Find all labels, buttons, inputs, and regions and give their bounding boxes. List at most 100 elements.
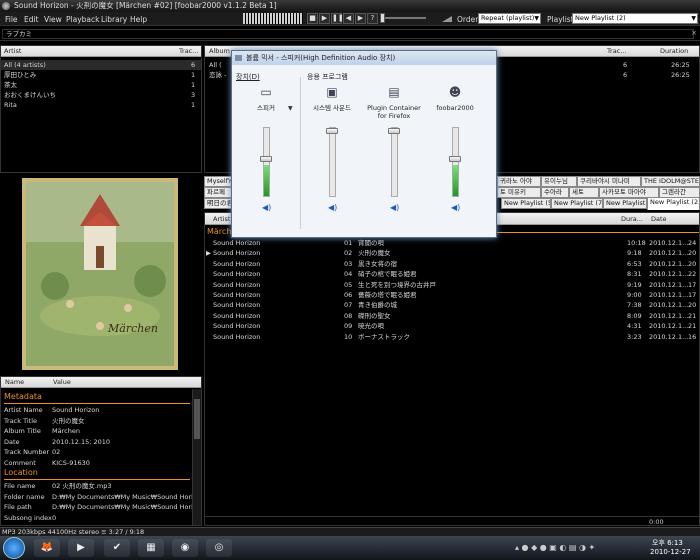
- table-row[interactable]: Sound Horizon 09 暁光の唄 4:31 2010.12.1... 21: [205, 321, 699, 331]
- property-row[interactable]: Subsong index 0: [1, 513, 201, 523]
- media-player-icon[interactable]: ▶: [68, 539, 94, 557]
- col-album[interactable]: Album: [209, 46, 230, 57]
- list-item[interactable]: 厚田ひとみ 1: [1, 70, 201, 80]
- tab-playlist[interactable]: New Playlist (7): [551, 198, 603, 209]
- order-select[interactable]: Repeat (playlist) ▼: [478, 13, 541, 24]
- next-button[interactable]: ▶: [355, 13, 366, 24]
- search-clear-icon[interactable]: ×: [691, 29, 697, 37]
- firefox-icon[interactable]: 🦊: [34, 539, 60, 557]
- col-duration[interactable]: Dura...: [621, 213, 643, 225]
- property-row[interactable]: Artist Name Sound Horizon: [1, 405, 201, 415]
- mute-speaker-icon[interactable]: ◀): [262, 203, 271, 212]
- tab-playlist[interactable]: 유이누님: [541, 176, 577, 187]
- volume-slider-thumb[interactable]: [388, 128, 400, 135]
- list-item[interactable]: 茶太 1: [1, 80, 201, 90]
- col-name[interactable]: Name: [5, 377, 24, 388]
- table-row[interactable]: Sound Horizon 07 青き伯爵の城 7:38 2010.12.1... 20: [205, 300, 699, 310]
- properties-scrollbar[interactable]: [192, 389, 201, 525]
- volume-slider-thumb[interactable]: [326, 128, 338, 135]
- volume-meter-track[interactable]: [391, 127, 398, 197]
- checkmark-app-icon[interactable]: ✔: [104, 539, 130, 557]
- foobar2000-icon[interactable]: ◉: [172, 539, 198, 557]
- list-item[interactable]: All (4 artists) 6: [1, 60, 201, 70]
- mute-speaker-icon[interactable]: ◀): [390, 203, 399, 212]
- volume-mixer-window[interactable]: 볼륨 믹서 - 스피커(High Definition Audio 장치) 장치…: [231, 50, 497, 238]
- property-row[interactable]: Track Title 火刑の魔女: [1, 416, 201, 426]
- track-title: 磔刑の聖女: [358, 311, 391, 320]
- table-row[interactable]: Sound Horizon 03 黒き女将の宿 6:53 2010.12.1... 20: [205, 259, 699, 269]
- seek-bar[interactable]: [380, 13, 426, 23]
- col-tracks[interactable]: Trac...: [607, 46, 626, 57]
- play-button[interactable]: ▶: [319, 13, 330, 24]
- tray-date[interactable]: 2010-12-27: [650, 548, 691, 556]
- tab-playlist[interactable]: New Playlist: [603, 198, 647, 209]
- tray-icons[interactable]: ▴ ● ◆ ● ▣ ◐ ▤ ◑ ✦: [515, 543, 595, 552]
- mute-speaker-icon[interactable]: ◀): [451, 203, 460, 212]
- table-row[interactable]: Sound Horizon 04 硝子の棺で眠る姫君 8:31 2010.12.1...…: [205, 269, 699, 279]
- tab-playlist[interactable]: THE IDOLM@STER: [641, 176, 700, 187]
- scrollbar-thumb[interactable]: [194, 399, 200, 439]
- tab-playlist[interactable]: 수아라: [541, 187, 569, 198]
- playlist-select[interactable]: New Playlist (2) ▼: [572, 13, 698, 24]
- tray-time[interactable]: 오후 6:13: [652, 538, 683, 548]
- tab-playlist[interactable]: 쿠리바야시 미나미: [577, 176, 641, 187]
- list-item[interactable]: Rita 1: [1, 100, 201, 110]
- tab-playlist[interactable]: 明日の君: [204, 198, 234, 209]
- playlist-footer: 0:00: [205, 516, 699, 526]
- menu-view[interactable]: View: [44, 15, 62, 24]
- volume-meter-track[interactable]: [452, 127, 459, 197]
- menu-library[interactable]: Library: [101, 15, 127, 24]
- table-row[interactable]: Sound Horizon 06 薔薇の塔で眠る姫君 9:00 2010.12.1...…: [205, 290, 699, 300]
- tab-playlist[interactable]: 세토: [569, 187, 599, 198]
- table-row[interactable]: Sound Horizon 05 生と死を別つ境界の古井戸 9:19 2010.12.1…: [205, 280, 699, 290]
- random-button[interactable]: ?: [367, 13, 378, 24]
- tab-playlist[interactable]: 토 미유키: [497, 187, 541, 198]
- device-dropdown-chevron-icon[interactable]: ▼: [288, 105, 293, 112]
- volume-mixer-task-icon[interactable]: ◎: [206, 539, 232, 557]
- search-bar: ラブカミ ×: [0, 27, 700, 41]
- file-explorer-icon[interactable]: ▦: [138, 539, 164, 557]
- pause-button[interactable]: ❚❚: [331, 13, 344, 24]
- col-artist[interactable]: Artist: [4, 46, 21, 57]
- table-row[interactable]: ▶ Sound Horizon 02 火刑の魔女 9:18 2010.12.1... 20: [205, 248, 699, 258]
- menu-file[interactable]: File: [5, 15, 18, 24]
- menu-edit[interactable]: Edit: [24, 15, 39, 24]
- tab-playlist-active[interactable]: New Playlist (2): [647, 197, 700, 210]
- col-artist[interactable]: Artist: [213, 213, 230, 225]
- menu-help[interactable]: Help: [130, 15, 147, 24]
- volume-meter-track[interactable]: [263, 127, 270, 197]
- volume-slider-thumb[interactable]: [260, 155, 272, 162]
- tab-playlist[interactable]: 파르페: [204, 187, 234, 198]
- property-row[interactable]: Date 2010.12.15; 2010: [1, 437, 201, 447]
- property-row[interactable]: Comment KICS-91630: [1, 458, 201, 468]
- menu-playback[interactable]: Playback: [66, 15, 99, 24]
- col-duration[interactable]: Duration: [660, 46, 688, 57]
- window-title-bar[interactable]: Sound Horizon - 火刑の魔女 [Märchen #02] [foo…: [0, 0, 700, 12]
- table-row[interactable]: Sound Horizon 10 ボーナストラック 3:23 2010.12.1... 1…: [205, 332, 699, 342]
- property-row[interactable]: Folder name D:₩My Documents₩My Music₩Soun…: [1, 492, 201, 502]
- previous-button[interactable]: ◀: [343, 13, 354, 24]
- property-row[interactable]: Track Number 02: [1, 447, 201, 457]
- mute-speaker-icon[interactable]: ◀): [328, 203, 337, 212]
- property-row[interactable]: Album Title Märchen: [1, 426, 201, 436]
- mixer-title-bar[interactable]: 볼륨 믹서 - 스피커(High Definition Audio 장치): [232, 51, 496, 65]
- location-divider: [4, 479, 190, 480]
- table-row[interactable]: Sound Horizon 01 宵闇の唄 10:18 2010.12.1... 24: [205, 238, 699, 248]
- col-value[interactable]: Value: [53, 377, 71, 388]
- tab-playlist[interactable]: 귀라노 아야: [497, 176, 541, 187]
- seek-thumb[interactable]: [380, 13, 385, 23]
- col-tracks[interactable]: Trac...: [179, 46, 198, 57]
- start-button[interactable]: [3, 537, 25, 559]
- tab-playlist[interactable]: New Playlist (5): [501, 198, 551, 209]
- volume-slider-thumb[interactable]: [449, 155, 461, 162]
- property-row[interactable]: File path D:₩My Documents₩My Music₩Sound …: [1, 502, 201, 512]
- order-value: Repeat (playlist): [481, 14, 535, 22]
- stop-button[interactable]: ■: [307, 13, 318, 24]
- search-input[interactable]: ラブカミ: [2, 29, 694, 39]
- col-date[interactable]: Date: [651, 213, 667, 225]
- table-row[interactable]: Sound Horizon 08 磔刑の聖女 8:09 2010.12.1... 21: [205, 311, 699, 321]
- volume-meter-track[interactable]: [329, 127, 336, 197]
- list-item[interactable]: おおくまけんいち 3: [1, 90, 201, 100]
- property-row[interactable]: File name 02 火刑の魔女.mp3: [1, 481, 201, 491]
- system-sounds-icon: ▣: [326, 85, 338, 99]
